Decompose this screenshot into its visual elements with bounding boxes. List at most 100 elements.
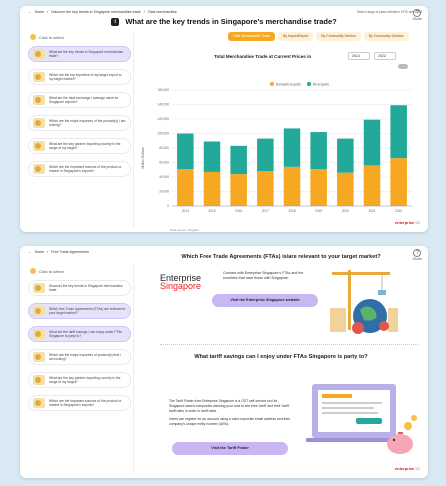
question-item[interactable]: Which are the major importers of the pro… <box>28 115 131 131</box>
bar-domestic-exports <box>230 174 247 206</box>
bar-re-exports <box>337 138 354 173</box>
enterprise-sg-logo: enterprise SG <box>394 220 420 225</box>
visit-tariff-finder-button[interactable]: Visit the Tariff Finder <box>172 442 288 455</box>
bar-domestic-exports <box>283 166 301 206</box>
y-tick-label: 120,000 <box>157 117 169 121</box>
trade-illustration-icon <box>33 95 45 105</box>
bar-re-exports <box>310 132 327 170</box>
x-tick-label: 2014 <box>182 209 189 213</box>
question-item[interactable]: What are the total exchange / average va… <box>28 92 131 108</box>
question-item[interactable]: Which are the important sources of the p… <box>28 161 131 177</box>
y-tick-label: 20,000 <box>159 190 169 194</box>
question-sidebar: Click to select What are the key trends … <box>26 30 134 228</box>
tab-import-export[interactable]: By Import/Export <box>278 32 314 41</box>
bar-domestic-exports <box>363 165 381 206</box>
breadcrumb: ← Home / Discover the key trends in Sing… <box>28 10 177 14</box>
trade-illustration-icon <box>33 283 45 293</box>
bar-re-exports <box>203 141 221 172</box>
question-item[interactable]: Discover the key trends in Singapore mer… <box>28 280 131 296</box>
back-arrow-icon[interactable]: ← <box>28 250 32 254</box>
tab-total-merchandise[interactable]: Total Merchandise Trade <box>228 32 276 41</box>
tariff-description: The Tariff Finder from Enterprise Singap… <box>169 399 291 426</box>
x-tick-label: 2015 <box>208 209 215 213</box>
sidebar-heading: Click to select <box>30 34 133 40</box>
bar-domestic-exports <box>177 169 194 206</box>
question-item[interactable]: Which free Trade Agreements (FTAs) are r… <box>28 303 131 319</box>
breadcrumb: ← Home / Free Trade Agreements <box>28 250 89 254</box>
trade-illustration-icon <box>33 352 45 362</box>
visit-enterprise-sg-button[interactable]: Visit the Enterprise Singapore website <box>212 294 318 307</box>
fta-section-title: Which Free Trade Agreements (FTAs) is/ar… <box>181 254 381 260</box>
bar-re-exports <box>257 138 274 172</box>
laptop-savings-illustration <box>306 384 417 454</box>
question-item[interactable]: Which are the major importers of product… <box>28 349 131 365</box>
question-item[interactable]: What are the tariff savings I can enjoy … <box>28 326 131 342</box>
trade-illustration-icon <box>33 375 45 385</box>
trade-illustration-icon <box>33 141 45 151</box>
tab-commodity-section[interactable]: By Commodity Section <box>316 32 361 41</box>
info-icon[interactable]: i <box>111 18 120 26</box>
enterprise-singapore-logo: Enterprise Singapore <box>160 273 202 291</box>
y-tick-label: 100,000 <box>157 132 169 136</box>
bar-re-exports <box>230 145 247 175</box>
x-tick-label: 2022 <box>395 209 402 213</box>
trade-illustration-icon <box>33 164 45 174</box>
construction-globe-illustration <box>330 270 398 334</box>
y-tick-label: 60,000 <box>159 161 169 165</box>
page-title: i What are the key trends in Singapore's… <box>20 17 428 26</box>
question-item[interactable]: What are the key trends in Singapore mer… <box>28 46 131 62</box>
question-item[interactable]: What are the key partner importing count… <box>28 372 131 388</box>
y-tick-label: 40,000 <box>159 175 169 179</box>
bar-domestic-exports <box>257 171 274 206</box>
bar-re-exports <box>390 105 407 159</box>
chart-title: Total Merchandise Trade at Current Price… <box>214 54 312 59</box>
x-tick-label: 2019 <box>315 209 322 213</box>
pointer-icon <box>30 268 36 274</box>
trade-illustration-icon <box>33 118 45 128</box>
enterprise-sg-logo: enterprise SG <box>394 466 420 471</box>
back-arrow-icon[interactable]: ← <box>28 10 32 14</box>
y-tick-label: 160,000 <box>157 88 169 92</box>
bar-domestic-exports <box>310 169 327 206</box>
bar-domestic-exports <box>390 158 407 206</box>
breadcrumb-section[interactable]: Discover the key trends in Singapore mer… <box>51 10 141 14</box>
breadcrumb-current: Total merchandise <box>147 10 177 14</box>
trade-illustration-icon <box>33 49 45 59</box>
bar-re-exports <box>283 128 301 167</box>
year-range-note: Select range of years between 1976 and 2… <box>356 10 422 14</box>
pointer-icon <box>30 34 36 40</box>
bar-re-exports <box>177 133 194 170</box>
trade-illustration-icon <box>33 398 45 408</box>
trends-panel: ← Home / Discover the key trends in Sing… <box>20 6 428 232</box>
trade-illustration-icon <box>33 329 45 339</box>
y-tick-label: 80,000 <box>159 146 169 150</box>
tab-commodity-division[interactable]: By Commodity Division <box>363 32 409 41</box>
question-item[interactable]: Which are the important sources of the p… <box>28 395 131 411</box>
trade-illustration-icon <box>33 72 45 82</box>
fta-panel: ← Home / Free Trade Agreements ? Guide C… <box>20 246 428 478</box>
breadcrumb-home[interactable]: Home <box>35 10 45 14</box>
question-item[interactable]: Which are the top importers of my target… <box>28 69 131 85</box>
x-tick-label: 2017 <box>262 209 269 213</box>
page-title-text: What are the key trends in Singapore's m… <box>125 17 337 26</box>
bar-domestic-exports <box>337 172 354 206</box>
tariff-section-title: What tariff savings can I enjoy under FT… <box>194 354 368 360</box>
x-tick-label: 2018 <box>288 209 295 213</box>
y-tick-label: 0 <box>167 204 169 208</box>
sidebar-heading: Click to select <box>30 268 133 274</box>
trade-tabs: Total Merchandise Trade By Import/Export… <box>228 32 409 41</box>
trade-illustration-icon <box>33 306 45 316</box>
bar-re-exports <box>363 119 381 166</box>
question-item[interactable]: What are the key partner importing count… <box>28 138 131 154</box>
merchandise-trade-chart: Million Dollars 0 20,000 40,000 60,000 80,00… <box>141 88 412 213</box>
fta-description: Connect with Enterprise Singapore's FTAs… <box>223 271 304 280</box>
breadcrumb-current: Free Trade Agreements <box>51 250 89 254</box>
x-tick-label: 2016 <box>235 209 242 213</box>
question-sidebar: Click to select Discover the key trends … <box>26 264 134 474</box>
data-source-note: Data source: Singstat <box>170 228 199 232</box>
year-from-select[interactable]: 2014 <box>348 52 370 60</box>
year-to-select[interactable]: 2022 <box>374 52 396 60</box>
bar-domestic-exports <box>203 171 221 206</box>
section-divider <box>160 344 418 345</box>
breadcrumb-home[interactable]: Home <box>35 250 45 254</box>
